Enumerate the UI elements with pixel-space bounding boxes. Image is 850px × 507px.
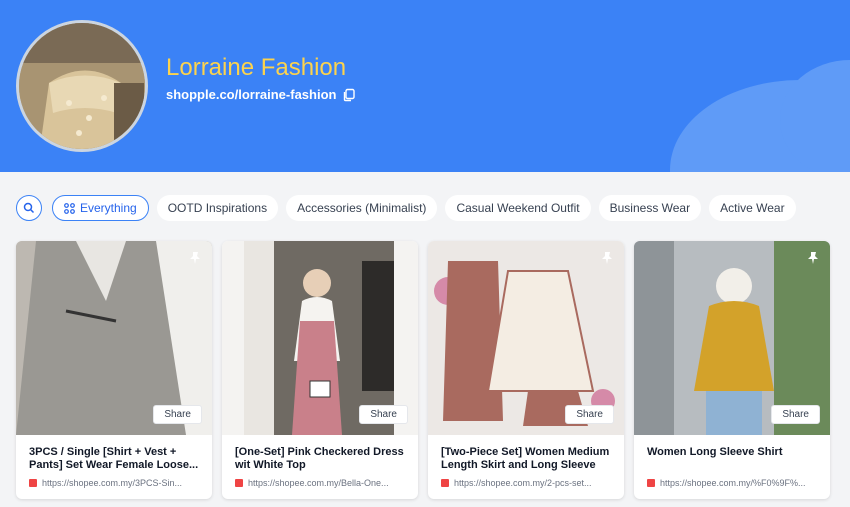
product-card[interactable]: Share Women Long Sleeve Shirt https://sh… <box>634 241 830 499</box>
filter-chip-ootd[interactable]: OOTD Inspirations <box>156 195 279 221</box>
product-card[interactable]: Share [One-Set] Pink Checkered Dress wit… <box>222 241 418 499</box>
filter-chip-active-wear[interactable]: Active Wear <box>709 195 796 221</box>
product-title[interactable]: 3PCS / Single [Shirt + Vest + Pants] Set… <box>29 446 201 472</box>
share-button[interactable]: Share <box>565 405 614 424</box>
product-title[interactable]: [Two-Piece Set] Women Medium Length Skir… <box>441 446 613 472</box>
product-card[interactable]: Share 3PCS / Single [Shirt + Vest + Pant… <box>16 241 212 499</box>
product-link[interactable]: https://shopee.com.my/%F0%9F%... <box>660 478 806 488</box>
filter-chip-label: Everything <box>80 201 137 215</box>
share-button[interactable]: Share <box>771 405 820 424</box>
profile-header: Lorraine Fashion shopple.co/lorraine-fas… <box>0 0 850 172</box>
grid-icon <box>64 202 75 214</box>
shopee-icon <box>235 479 243 487</box>
shop-url[interactable]: shopple.co/lorraine-fashion <box>166 87 336 102</box>
product-link[interactable]: https://shopee.com.my/Bella-One... <box>248 478 389 488</box>
pin-icon[interactable] <box>806 251 820 265</box>
product-image[interactable]: Share <box>634 241 830 435</box>
product-link-row[interactable]: https://shopee.com.my/2-pcs-set... <box>441 478 617 488</box>
pin-icon[interactable] <box>600 251 614 265</box>
product-link[interactable]: https://shopee.com.my/2-pcs-set... <box>454 478 592 488</box>
shopee-icon <box>29 479 37 487</box>
shop-name: Lorraine Fashion <box>166 54 347 81</box>
product-title[interactable]: Women Long Sleeve Shirt <box>647 446 819 459</box>
pin-icon[interactable] <box>188 251 202 265</box>
product-link-row[interactable]: https://shopee.com.my/3PCS-Sin... <box>29 478 205 488</box>
product-card[interactable]: Share [Two-Piece Set] Women Medium Lengt… <box>428 241 624 499</box>
shop-url-row: shopple.co/lorraine-fashion <box>166 87 356 102</box>
search-icon <box>23 202 35 214</box>
filter-chip-everything[interactable]: Everything <box>52 195 149 221</box>
filter-chip-casual-weekend[interactable]: Casual Weekend Outfit <box>445 195 591 221</box>
product-link[interactable]: https://shopee.com.my/3PCS-Sin... <box>42 478 182 488</box>
shopee-icon <box>441 479 449 487</box>
share-button[interactable]: Share <box>153 405 202 424</box>
avatar <box>16 20 148 152</box>
product-title[interactable]: [One-Set] Pink Checkered Dress wit White… <box>235 446 407 472</box>
product-image[interactable]: Share <box>16 241 212 435</box>
filter-bar: Everything OOTD Inspirations Accessories… <box>16 195 796 221</box>
product-link-row[interactable]: https://shopee.com.my/%F0%9F%... <box>647 478 823 488</box>
filter-chip-accessories[interactable]: Accessories (Minimalist) <box>286 195 438 221</box>
product-image[interactable]: Share <box>222 241 418 435</box>
product-image[interactable]: Share <box>428 241 624 435</box>
copy-icon[interactable] <box>342 88 356 102</box>
share-button[interactable]: Share <box>359 405 408 424</box>
search-button[interactable] <box>16 195 42 221</box>
product-link-row[interactable]: https://shopee.com.my/Bella-One... <box>235 478 411 488</box>
shopee-icon <box>647 479 655 487</box>
filter-chip-business-wear[interactable]: Business Wear <box>598 195 702 221</box>
